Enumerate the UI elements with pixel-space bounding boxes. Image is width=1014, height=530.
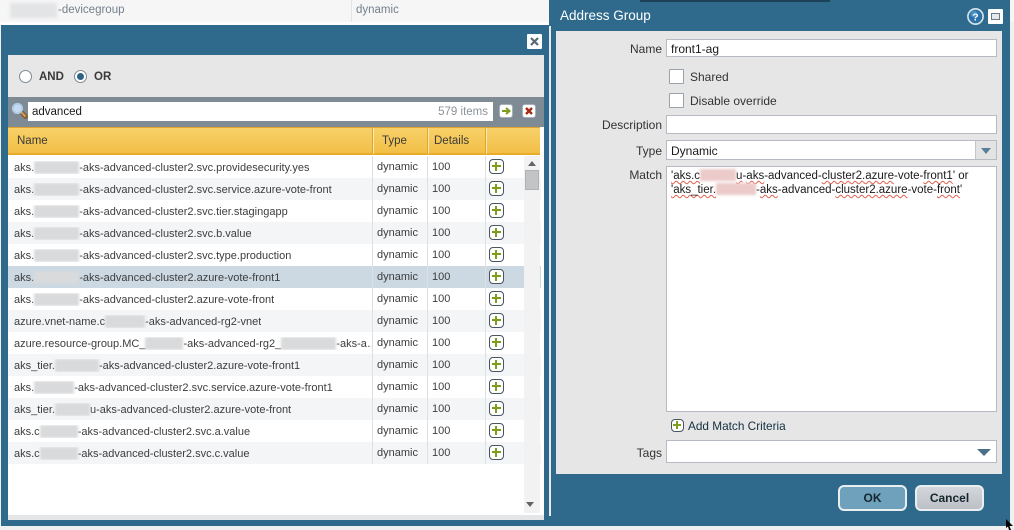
svg-text:?: ?: [972, 11, 978, 23]
